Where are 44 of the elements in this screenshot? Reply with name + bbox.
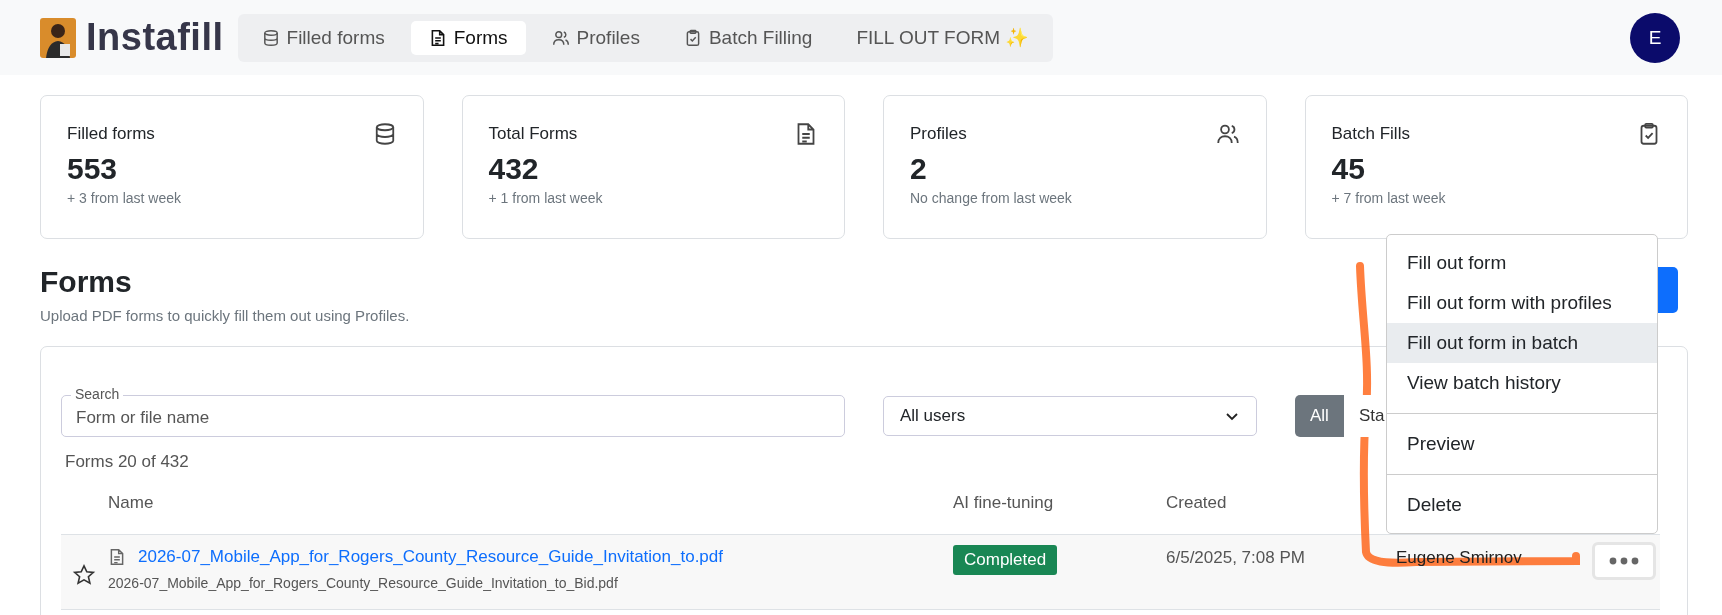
column-header: Name [108, 493, 155, 513]
form-link[interactable]: 2026-07_Mobile_App_for_Rogers_County_Resource_Guide_Invitation_to.pdf [138, 547, 723, 567]
nav-tab[interactable]: Forms [410, 20, 526, 55]
users-icon [551, 28, 570, 47]
more-icon [1609, 557, 1639, 565]
menu-item[interactable]: Fill out form with profiles [1387, 283, 1657, 323]
nav-tab[interactable]: FILL OUT FORM ✨ [838, 20, 1048, 55]
nav-tab[interactable]: Profiles [533, 20, 658, 55]
more-button[interactable] [1592, 542, 1656, 580]
file-name: 2026-07_Mobile_App_for_Rogers_County_Resource_Guide_Invitation_to_Bid.pdf [108, 575, 619, 591]
stat-note: + 3 from last week [67, 190, 182, 206]
filter-toggle[interactable]: All [1295, 395, 1344, 437]
users-icon [1215, 122, 1240, 146]
field-label: Search [71, 386, 124, 402]
column-header: Created [1166, 493, 1228, 513]
logo-icon [40, 17, 76, 58]
app-name: Instafill [86, 16, 224, 59]
database-icon [261, 28, 280, 47]
menu-item[interactable]: Delete [1387, 485, 1657, 525]
stat-title: Batch Fills [1331, 124, 1410, 144]
stat-note: + 1 from last week [488, 190, 604, 206]
stat-title: Profiles [910, 124, 967, 144]
stat-note: No change from last week [910, 190, 1073, 206]
stat-title: Total Forms [488, 124, 578, 144]
nav-tab[interactable]: Batch Filling [665, 20, 831, 55]
star-icon[interactable] [72, 563, 96, 587]
stat-value: 553 [67, 152, 119, 186]
stat-value: 45 [1331, 152, 1366, 186]
user-select[interactable]: All users [883, 396, 1257, 436]
nav-tab[interactable]: Filled forms [243, 20, 403, 55]
forms-count: Forms 20 of 432 [65, 452, 190, 472]
stat-title: Filled forms [67, 124, 155, 144]
page-heading: Forms [40, 265, 133, 299]
created-date: 6/5/2025, 7:08 PM [1166, 547, 1306, 568]
status-badge: Completed [953, 545, 1058, 575]
document-icon [108, 548, 126, 566]
menu-item[interactable]: Fill out form [1387, 243, 1657, 283]
page-subtitle: Upload PDF forms to quickly fill them out using Profiles. [40, 307, 410, 324]
user-avatar[interactable]: E [1630, 12, 1680, 63]
stat-value: 432 [488, 152, 540, 186]
stat-note: + 7 from last week [1331, 190, 1447, 206]
column-header: AI fine-tuning [953, 493, 1055, 513]
stat-value: 2 [910, 152, 928, 186]
menu-item[interactable]: Fill out form in batch [1387, 323, 1657, 363]
